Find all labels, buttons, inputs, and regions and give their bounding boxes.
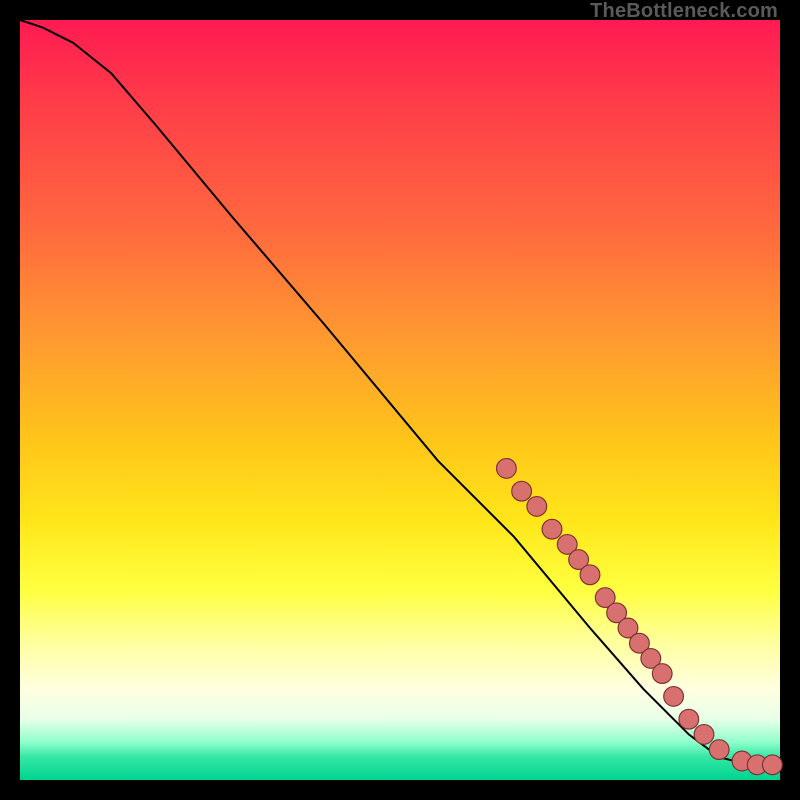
highlight-point: [527, 497, 547, 517]
chart-frame: TheBottleneck.com: [0, 0, 800, 800]
highlight-points-group: [497, 459, 783, 775]
highlight-point: [652, 664, 672, 684]
highlight-point: [709, 740, 729, 760]
chart-svg: [20, 20, 780, 780]
highlight-point: [679, 709, 699, 729]
bottleneck-curve: [20, 20, 780, 765]
highlight-point: [763, 755, 783, 775]
highlight-point: [580, 565, 600, 585]
highlight-point: [664, 687, 684, 707]
watermark-text: TheBottleneck.com: [590, 0, 778, 23]
highlight-point: [497, 459, 517, 479]
highlight-point: [542, 519, 562, 539]
highlight-point: [694, 725, 714, 745]
highlight-point: [512, 481, 532, 501]
